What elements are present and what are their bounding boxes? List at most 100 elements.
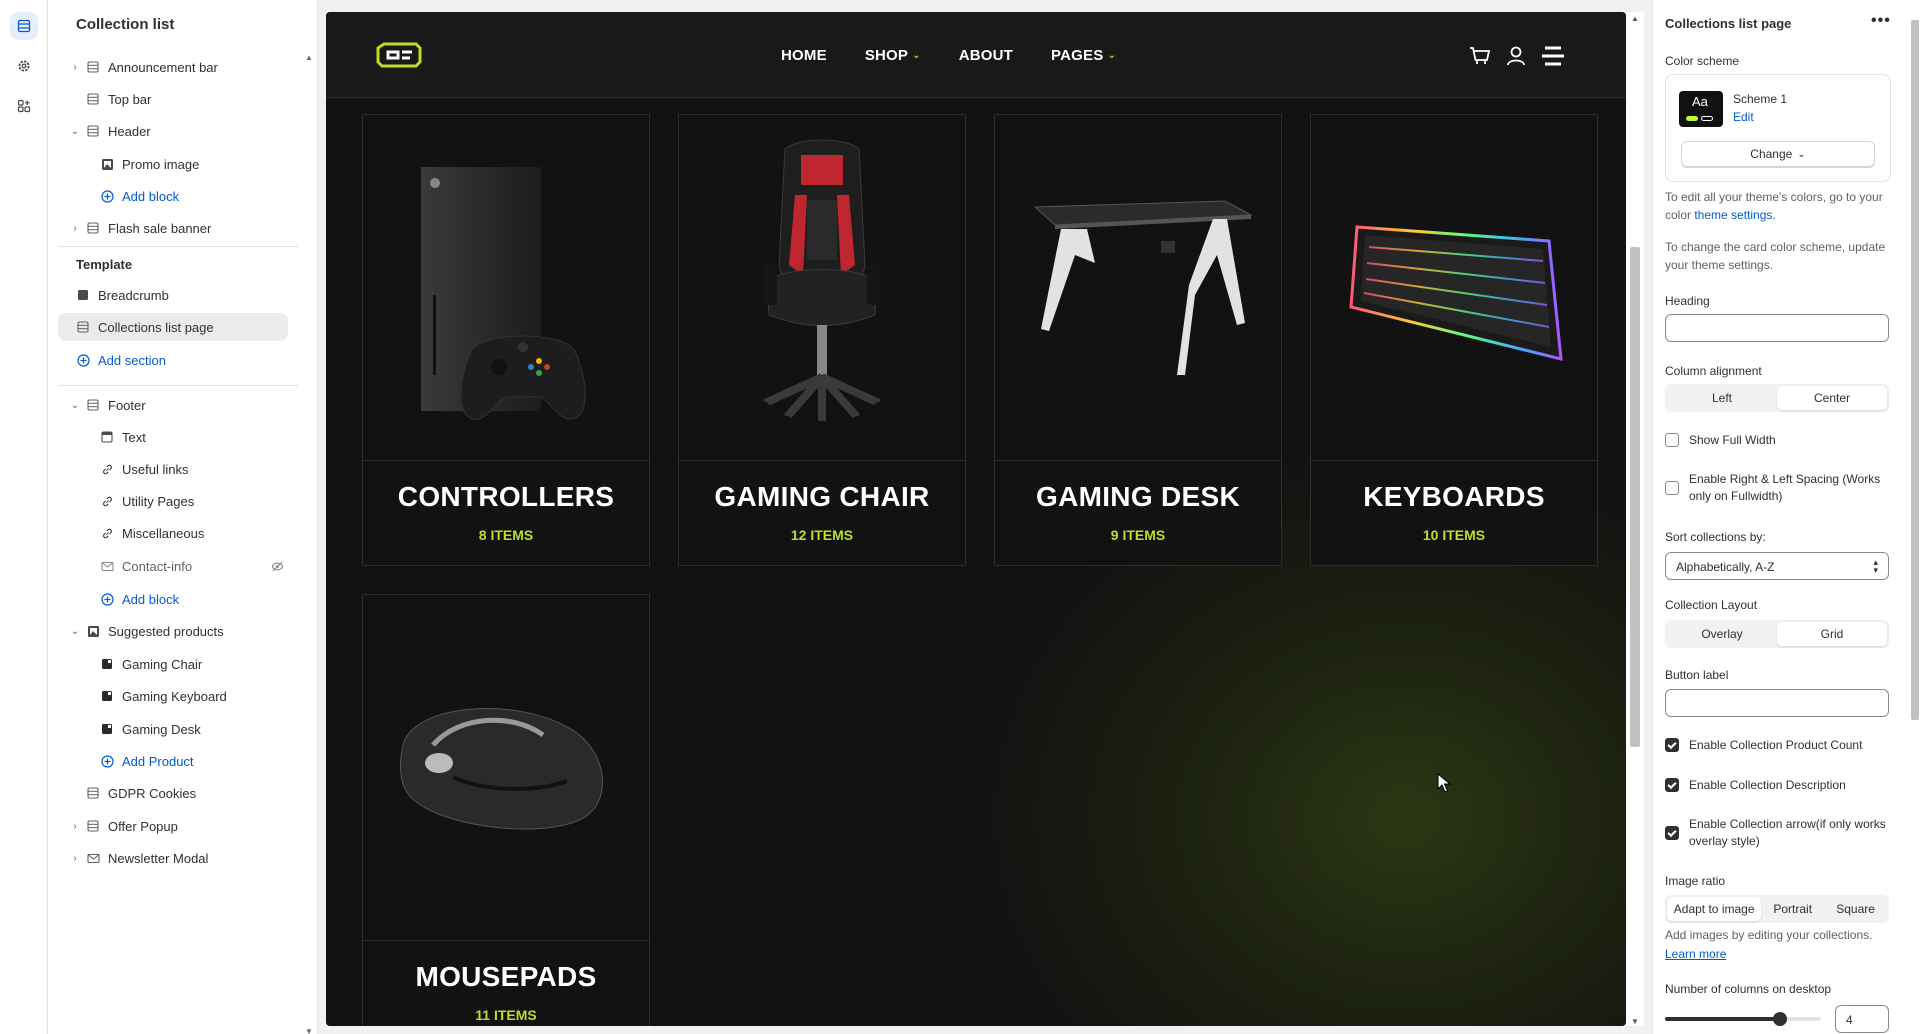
add-block-button[interactable]: Add block [58, 182, 288, 210]
nav-about[interactable]: ABOUT [959, 47, 1013, 64]
scrollbar-thumb[interactable] [1630, 247, 1640, 747]
tree-item-promo-image[interactable]: Promo image [58, 150, 288, 178]
collection-card-keyboards[interactable]: KEYBOARDS 10 ITEMS [1310, 114, 1598, 566]
tree-item-gaming-chair[interactable]: Gaming Chair [58, 650, 288, 678]
sidebar-scrollbar[interactable]: ▲ ▼ [303, 50, 315, 1034]
store-logo[interactable] [376, 42, 422, 68]
collection-card-gaming-chair[interactable]: GAMING CHAIR 12 ITEMS [678, 114, 966, 566]
tree-item-flash-sale-banner[interactable]: › Flash sale banner [58, 214, 288, 242]
slider-fill [1665, 1017, 1778, 1021]
chevron-down-icon[interactable]: ⌄ [70, 126, 80, 137]
scheme-edit-link[interactable]: Edit [1733, 110, 1754, 124]
plus-circle-icon [100, 754, 114, 768]
block-icon [76, 288, 90, 302]
cart-icon[interactable] [1468, 44, 1492, 71]
tree-item-footer[interactable]: ⌄ Footer [58, 391, 288, 419]
enable-product-count-checkbox[interactable]: Enable Collection Product Count [1665, 737, 1891, 754]
scroll-up-arrow-icon[interactable]: ▲ [305, 53, 313, 62]
scroll-up-arrow-icon[interactable]: ▲ [1631, 14, 1639, 23]
store-preview: HOME SHOP ⌄ ABOUT PAGES ⌄ CONTROLLERS 8 … [326, 12, 1626, 1026]
ratio-adapt-option[interactable]: Adapt to image [1667, 897, 1762, 921]
tree-label: Announcement bar [108, 59, 218, 75]
layout-grid-option[interactable]: Grid [1777, 622, 1887, 646]
alignment-left-option[interactable]: Left [1667, 386, 1777, 410]
tree-item-suggested-products[interactable]: ⌄ Suggested products [58, 617, 288, 645]
tree-item-collections-list-page[interactable]: Collections list page [58, 313, 288, 341]
change-scheme-button[interactable]: Change ⌄ [1681, 141, 1875, 167]
collection-image [363, 595, 649, 941]
ratio-portrait-option[interactable]: Portrait [1761, 897, 1824, 921]
tree-item-miscellaneous[interactable]: Miscellaneous [58, 519, 288, 547]
tree-item-header[interactable]: ⌄ Header [58, 117, 288, 145]
tree-label: Add section [98, 352, 166, 368]
collection-name: MOUSEPADS [415, 961, 597, 992]
collection-card-controllers[interactable]: CONTROLLERS 8 ITEMS [362, 114, 650, 566]
enable-arrow-checkbox[interactable]: Enable Collection arrow(if only works ov… [1665, 816, 1891, 850]
theme-settings-link[interactable]: theme settings. [1694, 208, 1775, 222]
header-icons [1468, 44, 1566, 71]
more-actions-icon[interactable]: ••• [1871, 12, 1891, 30]
preview-scrollbar[interactable]: ▲ ▼ [1626, 12, 1644, 1026]
add-product-button[interactable]: Add Product [58, 747, 288, 775]
enable-description-checkbox[interactable]: Enable Collection Description [1665, 777, 1891, 794]
alignment-center-option[interactable]: Center [1777, 386, 1887, 410]
chevron-right-icon[interactable]: › [70, 62, 80, 73]
tree-item-contact-info[interactable]: Contact-info [58, 552, 288, 580]
checkbox-box[interactable] [1665, 433, 1679, 447]
tree-item-newsletter-modal[interactable]: › Newsletter Modal [58, 844, 288, 872]
sort-select[interactable]: Alphabetically, A-Z ▴ ▾ [1665, 552, 1889, 580]
app-blocks-icon[interactable] [10, 92, 38, 120]
eye-hidden-icon[interactable] [270, 559, 284, 573]
sections-icon[interactable] [10, 12, 38, 40]
add-block-button[interactable]: Add block [58, 585, 288, 613]
show-full-width-checkbox[interactable]: Show Full Width [1665, 432, 1891, 449]
tree-item-gaming-keyboard[interactable]: Gaming Keyboard [58, 682, 288, 710]
link-icon [100, 462, 114, 476]
scroll-down-arrow-icon[interactable]: ▼ [305, 1027, 313, 1034]
theme-settings-gear-icon[interactable] [10, 52, 38, 80]
tree-item-gaming-desk[interactable]: Gaming Desk [58, 715, 288, 743]
tree-item-utility-pages[interactable]: Utility Pages [58, 487, 288, 515]
column-alignment-toggle: Left Center [1665, 384, 1889, 412]
collection-card-gaming-desk[interactable]: GAMING DESK 9 ITEMS [994, 114, 1282, 566]
chevron-down-icon[interactable]: ⌄ [70, 626, 80, 637]
chevron-right-icon[interactable]: › [70, 853, 80, 864]
tree-label: Footer [108, 397, 146, 413]
tree-item-useful-links[interactable]: Useful links [58, 455, 288, 483]
nav-label: HOME [781, 47, 827, 64]
tree-item-offer-popup[interactable]: › Offer Popup [58, 812, 288, 840]
menu-icon[interactable] [1540, 44, 1566, 71]
chevron-down-icon[interactable]: ⌄ [70, 400, 80, 411]
tree-item-breadcrumb[interactable]: Breadcrumb [58, 281, 288, 309]
tree-item-announcement-bar[interactable]: › Announcement bar [58, 53, 288, 81]
checkbox-box[interactable] [1665, 826, 1679, 840]
nav-home[interactable]: HOME [781, 47, 827, 64]
enable-spacing-checkbox[interactable]: Enable Right & Left Spacing (Works only … [1665, 471, 1891, 505]
settings-scrollbar[interactable] [1908, 0, 1920, 1034]
nav-shop[interactable]: SHOP ⌄ [865, 47, 921, 64]
learn-more-link[interactable]: Learn more [1665, 945, 1726, 963]
tree-item-gdpr-cookies[interactable]: GDPR Cookies [58, 779, 288, 807]
chevron-right-icon[interactable]: › [70, 821, 80, 832]
heading-label: Heading [1665, 294, 1710, 308]
slider-knob[interactable] [1773, 1012, 1787, 1026]
heading-input[interactable] [1665, 314, 1889, 342]
nav-pages[interactable]: PAGES ⌄ [1051, 47, 1116, 64]
scroll-down-arrow-icon[interactable]: ▼ [1631, 1017, 1639, 1026]
columns-slider[interactable] [1665, 1012, 1821, 1026]
button-label-input[interactable] [1665, 689, 1889, 717]
columns-number-input[interactable]: 4 [1835, 1005, 1889, 1033]
ratio-square-option[interactable]: Square [1824, 897, 1887, 921]
scrollbar-thumb[interactable] [1911, 20, 1919, 720]
add-section-button[interactable]: Add section [58, 346, 288, 374]
tree-item-top-bar[interactable]: Top bar [58, 85, 288, 113]
checkbox-box[interactable] [1665, 738, 1679, 752]
collection-count: 12 ITEMS [790, 527, 854, 543]
layout-overlay-option[interactable]: Overlay [1667, 622, 1777, 646]
tree-item-text[interactable]: Text [58, 423, 288, 451]
account-icon[interactable] [1504, 44, 1528, 71]
checkbox-box[interactable] [1665, 481, 1679, 495]
checkbox-box[interactable] [1665, 778, 1679, 792]
chevron-right-icon[interactable]: › [70, 223, 80, 234]
collection-card-mousepads[interactable]: MOUSEPADS 11 ITEMS [362, 594, 650, 1026]
